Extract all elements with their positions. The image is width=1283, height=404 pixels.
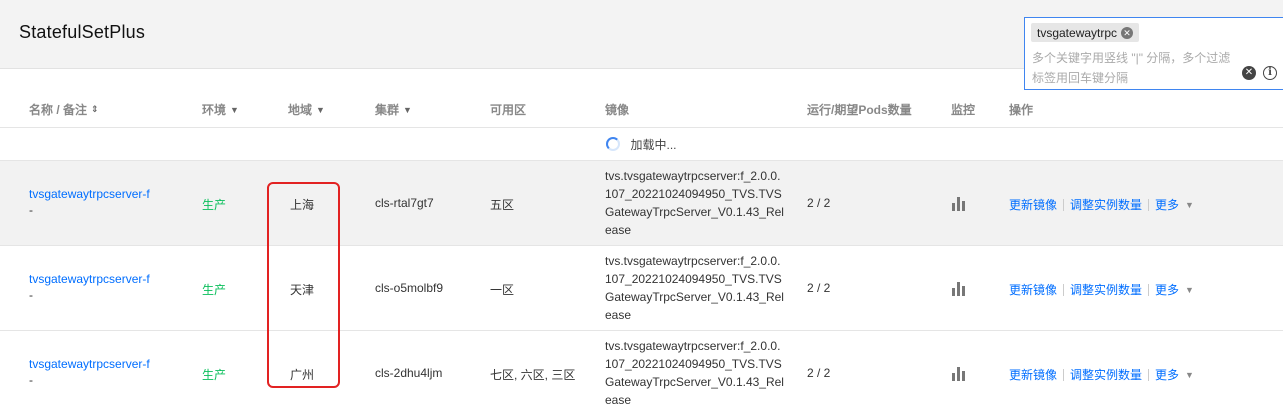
name-cell: tvsgatewaytrpcserver-f - (29, 187, 150, 217)
zone-value: 七区, 六区, 三区 (490, 368, 576, 382)
filter-tag: tvsgatewaytrpc ✕ (1031, 23, 1140, 42)
filter-icon[interactable]: ▼ (403, 105, 412, 115)
workload-note: - (29, 288, 33, 302)
col-name[interactable]: 名称 / 备注 ⇕ (29, 101, 99, 118)
col-actions: 操作 (1009, 103, 1034, 117)
row-actions: 更新镜像 调整实例数量 更多 ▼ (1009, 281, 1194, 298)
image-value: tvs.tvsgatewaytrpcserver:f_2.0.0.107_202… (605, 254, 784, 322)
col-region[interactable]: 地域 ▼ (288, 101, 325, 118)
scale-instances-button[interactable]: 调整实例数量 (1070, 366, 1142, 383)
sort-icon[interactable]: ⇕ (91, 104, 99, 115)
workload-note: - (29, 373, 33, 387)
search-input[interactable]: tvsgatewaytrpc ✕ 多个关键字用竖线 "|" 分隔，多个过滤标签用… (1024, 17, 1283, 90)
clear-icon[interactable]: ✕ (1242, 66, 1256, 80)
chevron-down-icon[interactable]: ▼ (1185, 285, 1194, 295)
image-value: tvs.tvsgatewaytrpcserver:f_2.0.0.107_202… (605, 169, 784, 237)
info-icon[interactable]: i (1263, 66, 1277, 80)
env-value: 生产 (202, 283, 227, 297)
pods-value: 2 / 2 (807, 366, 831, 380)
page-title: StatefulSetPlus (19, 22, 146, 42)
bar-chart-icon[interactable] (952, 197, 965, 211)
table-header: 名称 / 备注 ⇕ 环境 ▼ 地域 ▼ 集群 ▼ 可用区 镜像 运行/期望Pods数量 … (0, 91, 1283, 128)
update-image-button[interactable]: 更新镜像 (1009, 281, 1057, 298)
bar-chart-icon[interactable] (952, 367, 965, 381)
name-cell: tvsgatewaytrpcserver-f - (29, 272, 150, 302)
name-cell: tvsgatewaytrpcserver-f - (29, 357, 150, 387)
filter-icon[interactable]: ▼ (316, 105, 325, 115)
chevron-down-icon[interactable]: ▼ (1185, 200, 1194, 210)
spinner-icon (606, 137, 621, 151)
zone-value: 五区 (490, 198, 515, 212)
pods-value: 2 / 2 (807, 196, 831, 210)
bar-chart-icon[interactable] (952, 282, 965, 296)
more-dropdown[interactable]: 更多 (1155, 366, 1179, 383)
update-image-button[interactable]: 更新镜像 (1009, 196, 1057, 213)
pods-value: 2 / 2 (807, 281, 831, 295)
more-dropdown[interactable]: 更多 (1155, 281, 1179, 298)
col-image: 镜像 (605, 103, 630, 117)
env-value: 生产 (202, 198, 227, 212)
table-row: tvsgatewaytrpcserver-f - 生产 广州 cls-2dhu4… (0, 331, 1283, 404)
table-row: tvsgatewaytrpcserver-f - 生产 天津 cls-o5mol… (0, 246, 1283, 331)
chevron-down-icon[interactable]: ▼ (1185, 370, 1194, 380)
col-zone: 可用区 (490, 103, 527, 117)
update-image-button[interactable]: 更新镜像 (1009, 366, 1057, 383)
image-value: tvs.tvsgatewaytrpcserver:f_2.0.0.107_202… (605, 339, 784, 404)
cluster-value: cls-o5molbf9 (375, 281, 444, 295)
more-dropdown[interactable]: 更多 (1155, 196, 1179, 213)
workload-name-link[interactable]: tvsgatewaytrpcserver-f (29, 187, 150, 201)
cluster-value: cls-rtal7gt7 (375, 196, 434, 210)
filter-icon[interactable]: ▼ (230, 105, 239, 115)
col-pods: 运行/期望Pods数量 (807, 103, 912, 117)
loading-indicator: 加载中... (0, 128, 1283, 161)
col-cluster[interactable]: 集群 ▼ (375, 101, 412, 118)
col-monitor: 监控 (951, 103, 976, 117)
table-row: tvsgatewaytrpcserver-f - 生产 上海 cls-rtal7… (0, 161, 1283, 246)
region-value: 天津 (290, 283, 315, 297)
row-actions: 更新镜像 调整实例数量 更多 ▼ (1009, 366, 1194, 383)
workload-name-link[interactable]: tvsgatewaytrpcserver-f (29, 357, 150, 371)
scale-instances-button[interactable]: 调整实例数量 (1070, 196, 1142, 213)
region-value: 广州 (290, 368, 315, 382)
region-value: 上海 (290, 198, 315, 212)
cluster-value: cls-2dhu4ljm (375, 366, 443, 380)
filter-tag-label: tvsgatewaytrpc (1037, 25, 1118, 40)
col-env[interactable]: 环境 ▼ (202, 101, 239, 118)
scale-instances-button[interactable]: 调整实例数量 (1070, 281, 1142, 298)
workload-name-link[interactable]: tvsgatewaytrpcserver-f (29, 272, 150, 286)
loading-text: 加载中... (630, 137, 677, 152)
env-value: 生产 (202, 368, 227, 382)
zone-value: 一区 (490, 283, 515, 297)
row-actions: 更新镜像 调整实例数量 更多 ▼ (1009, 196, 1194, 213)
workload-note: - (29, 203, 33, 217)
search-placeholder: 多个关键字用竖线 "|" 分隔，多个过滤标签用回车键分隔 (1032, 51, 1231, 85)
close-circle-icon[interactable]: ✕ (1121, 26, 1134, 39)
